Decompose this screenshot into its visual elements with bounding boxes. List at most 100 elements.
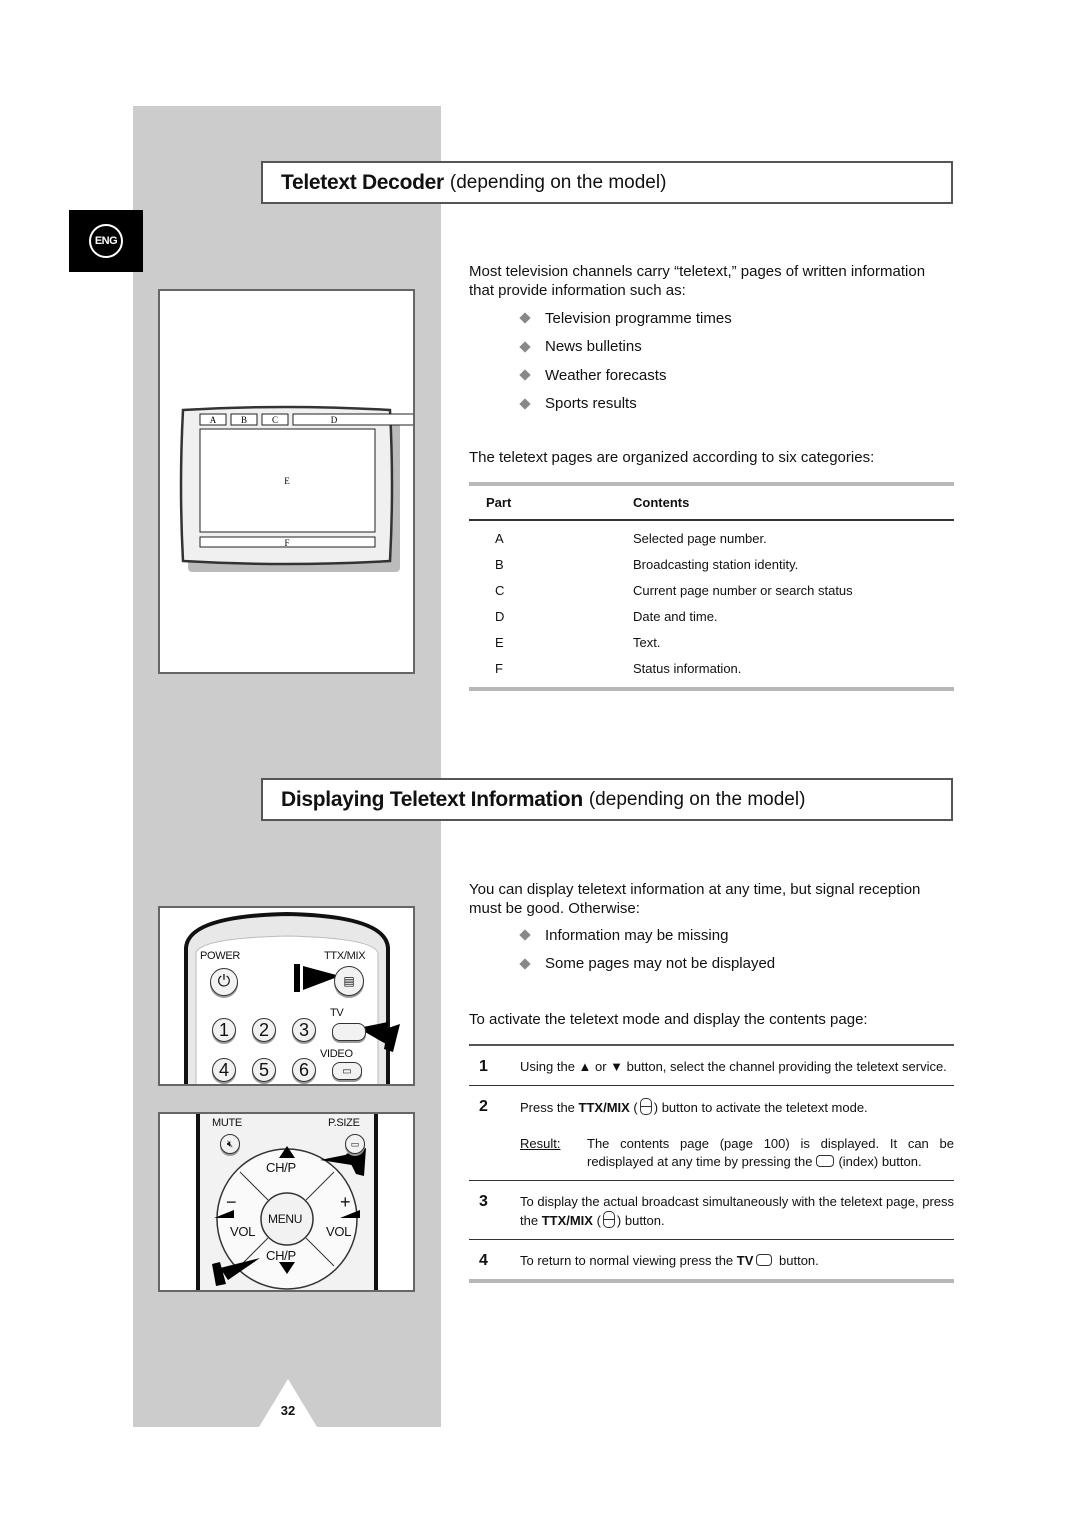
step-item: 3 To display the actual broadcast simult…	[469, 1181, 954, 1240]
region-b-label: B	[241, 415, 247, 425]
activate-intro: To activate the teletext mode and displa…	[469, 1011, 868, 1028]
chp-up-button[interactable]: CH/P	[266, 1160, 296, 1175]
mute-icon: 🔇︎	[226, 1138, 234, 1150]
table-header: Part Contents	[469, 486, 954, 521]
table-row: C Current page number or search status	[495, 582, 853, 598]
region-d-label: D	[331, 415, 338, 425]
steps-list: 1 Using the ▲ or ▼ button, select the ch…	[469, 1044, 954, 1283]
table-row: D Date and time.	[495, 608, 718, 624]
ttx-mix-icon	[602, 1211, 615, 1228]
index-icon: ▭	[342, 1065, 352, 1077]
table-row: B Broadcasting station identity.	[495, 556, 799, 572]
steps-bottom-rule	[469, 1279, 954, 1283]
power-button[interactable]: ⏻	[210, 968, 238, 996]
teletext-intro-paragraph: Most television channels carry “teletext…	[469, 263, 926, 299]
power-icon: ⏻	[217, 973, 231, 990]
step-item: 4 To return to normal viewing press the …	[469, 1240, 954, 1279]
arrow-pointer-ttx	[294, 964, 300, 992]
header-part: Part	[486, 495, 512, 510]
language-badge-label: ENG	[89, 224, 123, 258]
list-item: News bulletins	[519, 333, 732, 362]
table-row: E Text.	[495, 634, 661, 650]
digit-3-button[interactable]: 3	[292, 1018, 316, 1042]
remote-illustration-bottom: MUTE P.SIZE 🔇︎ ▭ CH/P CH/P MENU − + VOL …	[158, 1112, 415, 1292]
mute-label: MUTE	[212, 1117, 242, 1129]
region-f-label: F	[284, 538, 289, 548]
digit-2-button[interactable]: 2	[252, 1018, 276, 1042]
vol-minus-symbol: −	[226, 1192, 237, 1212]
video-label: VIDEO	[320, 1048, 353, 1060]
language-badge: ENG	[69, 210, 143, 272]
table-row: A Selected page number.	[495, 530, 767, 546]
region-c-label: C	[272, 415, 278, 425]
region-d-box	[292, 413, 413, 426]
region-e-label: E	[284, 476, 290, 486]
remote-illustration-top: POWER TTX/MIX ⏻ ▤ TV VIDEO ▭ 1 2 3 4 5 6	[158, 906, 415, 1086]
step-number: 1	[479, 1058, 488, 1075]
tv-button[interactable]	[332, 1023, 366, 1041]
step-result: Result: The contents page (page 100) is …	[520, 1135, 954, 1171]
section-title-sub: (depending on the model)	[449, 171, 667, 193]
ttx-mix-button[interactable]: ▤	[334, 966, 364, 996]
diamond-bullet-icon	[519, 369, 531, 381]
vol-plus-symbol: +	[340, 1192, 351, 1212]
teletext-info-list: Television programme times News bulletin…	[519, 304, 732, 419]
diamond-bullet-icon	[519, 929, 531, 941]
list-item: Weather forecasts	[519, 361, 732, 390]
vol-minus-button[interactable]: VOL	[230, 1224, 255, 1239]
list-item: Sports results	[519, 390, 732, 419]
digit-4-button[interactable]: 4	[212, 1058, 236, 1082]
diamond-bullet-icon	[519, 312, 531, 324]
step-number: 3	[479, 1193, 488, 1210]
mute-button[interactable]: 🔇︎	[220, 1134, 240, 1154]
step-item: 2 Press the TTX/MIX () button to activat…	[469, 1086, 954, 1181]
step-text: To return to normal viewing press the TV…	[520, 1253, 819, 1268]
diamond-bullet-icon	[519, 958, 531, 970]
vol-plus-button[interactable]: VOL	[326, 1224, 351, 1239]
picture-size-icon: ▭	[350, 1138, 360, 1149]
tv-icon	[756, 1254, 773, 1266]
digit-1-button[interactable]: 1	[212, 1018, 236, 1042]
digit-5-button[interactable]: 5	[252, 1058, 276, 1082]
header-contents: Contents	[633, 495, 690, 510]
tv-screen-illustration: A B C D E F	[179, 405, 413, 572]
page-number: 32	[280, 1403, 296, 1418]
diamond-bullet-icon	[519, 398, 531, 410]
table-row: F Status information.	[495, 660, 742, 676]
ttx-mix-label: TTX/MIX	[324, 950, 366, 962]
section-title-displaying-teletext: Displaying Teletext Information (dependi…	[261, 778, 953, 821]
step-text: Using the ▲ or ▼ button, select the chan…	[520, 1059, 947, 1074]
list-item: Television programme times	[519, 304, 732, 333]
region-a-label: A	[210, 415, 217, 425]
section-title-sub: (depending on the model)	[588, 788, 806, 810]
remote-body-top	[184, 911, 400, 1084]
section-title-bold: Displaying Teletext Information	[281, 787, 583, 811]
categories-intro: The teletext pages are organized accordi…	[469, 449, 875, 466]
display-intro-paragraph: You can display teletext information at …	[469, 881, 921, 917]
teletext-parts-table: Part Contents A Selected page number. B Br…	[469, 482, 954, 691]
step-text: To display the actual broadcast simultan…	[520, 1194, 954, 1228]
result-label: Result:	[520, 1136, 561, 1151]
result-text: The contents page (page 100) is displaye…	[587, 1136, 954, 1169]
list-item: Information may be missing	[519, 921, 775, 950]
video-button[interactable]: ▭	[332, 1062, 362, 1080]
psize-label: P.SIZE	[328, 1117, 360, 1129]
tv-label: TV	[330, 1007, 344, 1019]
digit-6-button[interactable]: 6	[292, 1058, 316, 1082]
teletext-screen-diagram: A B C D E F	[158, 289, 415, 674]
section-title-bold: Teletext Decoder	[281, 170, 444, 194]
remote-body-bottom	[196, 1114, 378, 1290]
step-number: 4	[479, 1252, 488, 1269]
power-label: POWER	[200, 950, 241, 962]
warnings-list: Information may be missing Some pages ma…	[519, 921, 775, 979]
teletext-mix-icon: ▤	[343, 974, 355, 988]
index-icon	[816, 1155, 835, 1167]
step-number: 2	[479, 1098, 488, 1115]
section-title-teletext-decoder: Teletext Decoder (depending on the model…	[261, 161, 953, 204]
menu-button[interactable]: MENU	[268, 1212, 302, 1226]
step-text: Press the TTX/MIX () button to activate …	[520, 1098, 954, 1171]
psize-button[interactable]: ▭	[345, 1134, 365, 1154]
chp-down-button[interactable]: CH/P	[266, 1248, 296, 1263]
diamond-bullet-icon	[519, 341, 531, 353]
list-item: Some pages may not be displayed	[519, 950, 775, 979]
